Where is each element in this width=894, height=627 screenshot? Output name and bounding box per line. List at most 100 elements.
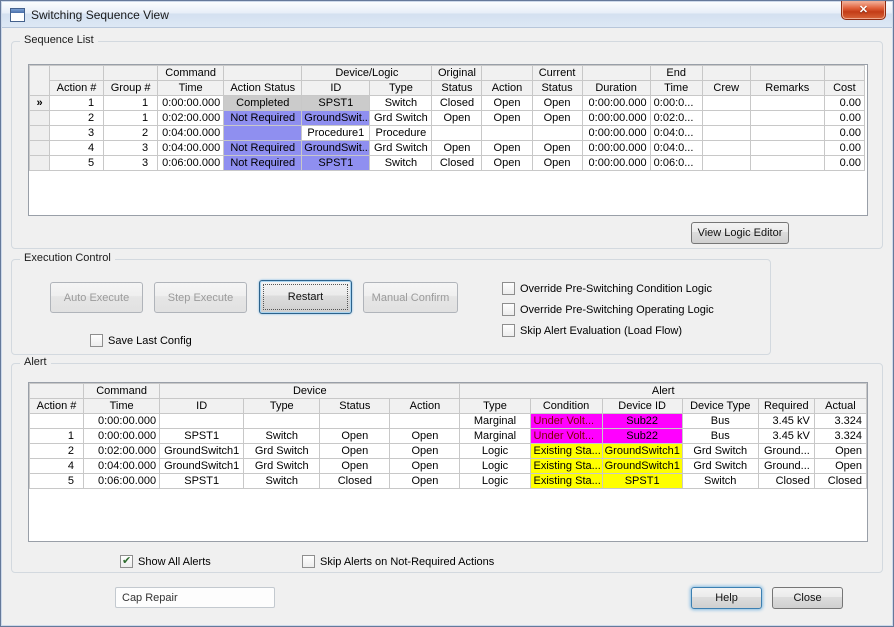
- grid-cell[interactable]: 0:00:00.000: [582, 141, 650, 156]
- grid-cell[interactable]: Not Required: [224, 141, 302, 156]
- grid-cell[interactable]: 2: [30, 444, 84, 459]
- skip-alerts-checkbox[interactable]: Skip Alerts on Not-Required Actions: [302, 555, 494, 568]
- grid-cell[interactable]: 0:02:00.000: [84, 444, 160, 459]
- grid-cell[interactable]: 0:04:00.000: [158, 126, 224, 141]
- grid-cell[interactable]: [702, 96, 750, 111]
- grid-cell[interactable]: Completed: [224, 96, 302, 111]
- table-row[interactable]: »110:00:00.000CompletedSPST1SwitchClosed…: [30, 96, 865, 111]
- grid-cell[interactable]: [482, 126, 532, 141]
- grid-cell[interactable]: 3.45 kV: [758, 414, 814, 429]
- grid-cell[interactable]: 0.00: [824, 156, 864, 171]
- grid-cell[interactable]: GroundSwitch1: [160, 459, 244, 474]
- grid-cell[interactable]: Open: [532, 141, 582, 156]
- grid-cell[interactable]: [750, 141, 824, 156]
- grid-cell[interactable]: 0:00:00.000: [582, 111, 650, 126]
- grid-cell[interactable]: Switch: [370, 156, 432, 171]
- grid-cell[interactable]: 3.45 kV: [758, 429, 814, 444]
- help-button[interactable]: Help: [691, 587, 762, 609]
- grid-cell[interactable]: Open: [532, 96, 582, 111]
- grid-cell[interactable]: Existing Sta...: [530, 444, 602, 459]
- grid-cell[interactable]: [320, 414, 390, 429]
- grid-cell[interactable]: 0:00:00.000: [582, 156, 650, 171]
- column-header-remarks[interactable]: Remarks: [750, 81, 824, 96]
- grid-cell[interactable]: 1: [30, 429, 84, 444]
- grid-cell[interactable]: [432, 126, 482, 141]
- grid-cell[interactable]: 0:04:00.000: [84, 459, 160, 474]
- grid-cell[interactable]: [30, 414, 84, 429]
- grid-cell[interactable]: Bus: [682, 414, 758, 429]
- grid-cell[interactable]: Switch: [682, 474, 758, 489]
- column-header-type[interactable]: Type: [370, 81, 432, 96]
- grid-cell[interactable]: [702, 156, 750, 171]
- grid-cell[interactable]: 2: [104, 126, 158, 141]
- config-name-input[interactable]: [115, 587, 275, 608]
- grid-cell[interactable]: 3: [104, 156, 158, 171]
- column-header-status[interactable]: Status: [320, 399, 390, 414]
- grid-cell[interactable]: 1: [104, 96, 158, 111]
- alert-grid[interactable]: Command Device Alert Action # Time ID Ty…: [28, 382, 868, 542]
- grid-cell[interactable]: Switch: [244, 429, 320, 444]
- grid-cell[interactable]: 0.00: [824, 141, 864, 156]
- column-header-id[interactable]: ID: [302, 81, 370, 96]
- grid-cell[interactable]: Procedure1: [302, 126, 370, 141]
- grid-cell[interactable]: 0:00:00.000: [582, 96, 650, 111]
- column-header-action-no[interactable]: Action #: [30, 399, 84, 414]
- grid-cell[interactable]: [224, 126, 302, 141]
- grid-cell[interactable]: Open: [432, 111, 482, 126]
- grid-cell[interactable]: [702, 141, 750, 156]
- grid-cell[interactable]: Logic: [460, 444, 530, 459]
- grid-cell[interactable]: Open: [390, 474, 460, 489]
- table-row[interactable]: 320:04:00.000Procedure1Procedure0:00:00.…: [30, 126, 865, 141]
- column-header-command-time[interactable]: Time: [158, 81, 224, 96]
- table-row[interactable]: 430:04:00.000Not RequiredGroundSwit...Gr…: [30, 141, 865, 156]
- grid-cell[interactable]: Open: [532, 111, 582, 126]
- grid-cell[interactable]: Not Required: [224, 111, 302, 126]
- grid-cell[interactable]: Open: [390, 444, 460, 459]
- grid-cell[interactable]: 0:06:00.000: [158, 156, 224, 171]
- table-row[interactable]: 210:02:00.000Not RequiredGroundSwit...Gr…: [30, 111, 865, 126]
- grid-cell[interactable]: Grd Switch: [244, 459, 320, 474]
- grid-cell[interactable]: 0:00:00.000: [84, 429, 160, 444]
- grid-cell[interactable]: 0:00:00.000: [84, 414, 160, 429]
- grid-cell[interactable]: Logic: [460, 459, 530, 474]
- grid-cell[interactable]: Open: [390, 459, 460, 474]
- column-header-action[interactable]: Action: [390, 399, 460, 414]
- grid-cell[interactable]: Closed: [758, 474, 814, 489]
- manual-confirm-button[interactable]: Manual Confirm: [363, 282, 458, 313]
- table-row[interactable]: 20:02:00.000GroundSwitch1Grd SwitchOpenO…: [30, 444, 867, 459]
- grid-cell[interactable]: Open: [482, 141, 532, 156]
- grid-cell[interactable]: 4: [30, 459, 84, 474]
- view-logic-editor-button[interactable]: View Logic Editor: [691, 222, 789, 244]
- grid-cell[interactable]: Open: [320, 459, 390, 474]
- column-header-duration[interactable]: Duration: [582, 81, 650, 96]
- grid-cell[interactable]: Grd Switch: [370, 141, 432, 156]
- column-header-alert-device-type[interactable]: Device Type: [682, 399, 758, 414]
- column-header-required[interactable]: Required: [758, 399, 814, 414]
- title-bar[interactable]: Switching Sequence View: [2, 2, 892, 28]
- grid-cell[interactable]: Open: [432, 141, 482, 156]
- column-header-end-time[interactable]: Time: [650, 81, 702, 96]
- column-header-actual[interactable]: Actual: [814, 399, 866, 414]
- column-header-device-type[interactable]: Type: [244, 399, 320, 414]
- grid-cell[interactable]: Marginal: [460, 414, 530, 429]
- close-window-button[interactable]: ✕: [841, 1, 886, 20]
- grid-cell[interactable]: Open: [482, 111, 532, 126]
- grid-cell[interactable]: Under Volt...: [530, 429, 602, 444]
- grid-cell[interactable]: 0:02:0...: [650, 111, 702, 126]
- grid-cell[interactable]: GroundSwitch1: [602, 459, 682, 474]
- grid-cell[interactable]: 2: [50, 111, 104, 126]
- grid-cell[interactable]: Open: [390, 429, 460, 444]
- column-header-action-status[interactable]: Action Status: [224, 81, 302, 96]
- grid-cell[interactable]: Closed: [432, 156, 482, 171]
- grid-cell[interactable]: [30, 111, 50, 126]
- grid-cell[interactable]: [30, 156, 50, 171]
- grid-cell[interactable]: Ground...: [758, 459, 814, 474]
- grid-cell[interactable]: Grd Switch: [244, 444, 320, 459]
- column-header-alert-type[interactable]: Type: [460, 399, 530, 414]
- grid-cell[interactable]: Open: [814, 444, 866, 459]
- grid-cell[interactable]: SPST1: [302, 96, 370, 111]
- grid-cell[interactable]: Closed: [320, 474, 390, 489]
- save-last-config-checkbox[interactable]: Save Last Config: [90, 334, 192, 347]
- grid-cell[interactable]: 0:02:00.000: [158, 111, 224, 126]
- grid-cell[interactable]: 0:00:00.000: [158, 96, 224, 111]
